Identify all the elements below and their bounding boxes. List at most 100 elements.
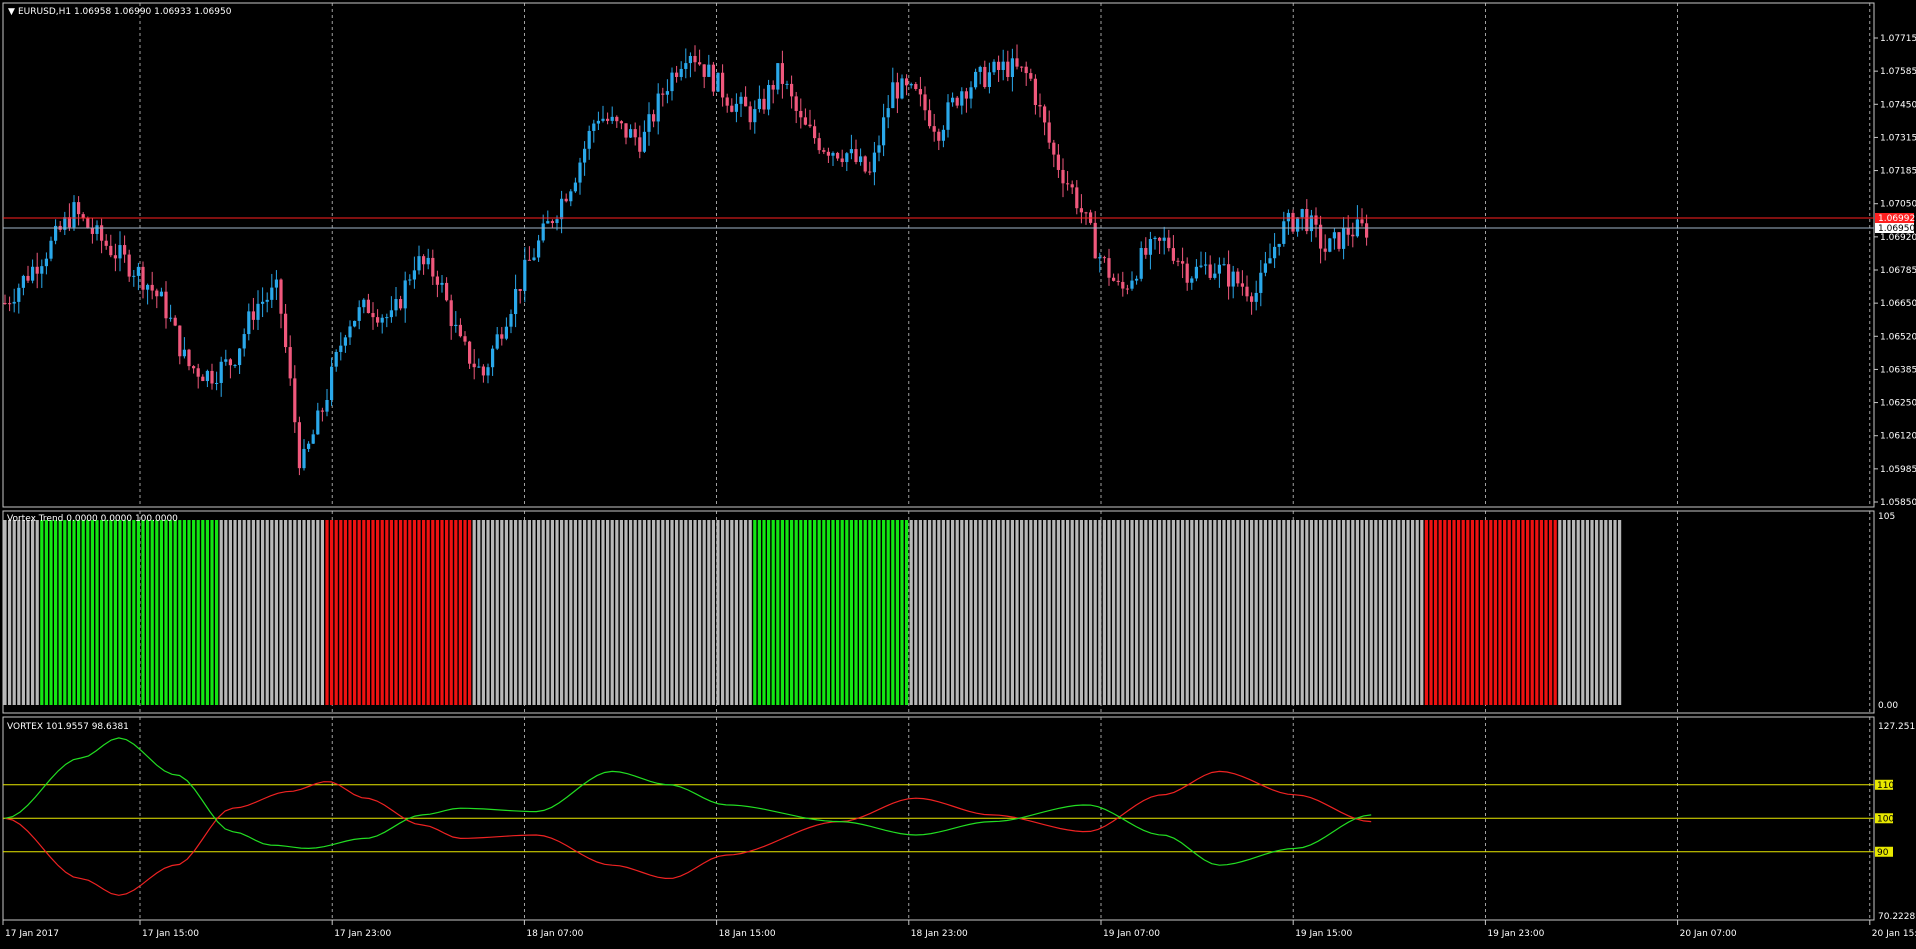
trend-bar-down <box>1507 520 1511 705</box>
trend-bar-flat <box>1236 520 1240 705</box>
trend-bar-up <box>109 520 113 705</box>
trend-bar-down <box>435 520 439 705</box>
bull-candle <box>132 275 136 277</box>
trend-bar-up <box>77 520 81 705</box>
trend-bar-flat <box>1204 520 1208 705</box>
trend-bar-down <box>1544 520 1548 705</box>
bear-candle <box>698 62 702 65</box>
bull-candle <box>311 434 315 444</box>
trend-bar-flat <box>734 520 738 705</box>
trend-bar-flat <box>1581 520 1585 705</box>
trend-bar-down <box>334 520 338 705</box>
bear-candle <box>836 152 840 159</box>
bear-candle <box>376 317 380 323</box>
trend-bar-flat <box>481 520 485 705</box>
trend-bar-flat <box>279 520 283 705</box>
trend-bar-flat <box>1227 520 1231 705</box>
trend-bar-flat <box>960 520 964 705</box>
bull-candle <box>31 266 35 281</box>
bear-candle <box>422 256 426 265</box>
bull-candle <box>261 301 265 304</box>
trend-bar-flat <box>1116 520 1120 705</box>
bull-candle <box>385 317 389 319</box>
trend-bar-flat <box>928 520 932 705</box>
bull-candle <box>146 284 150 290</box>
bull-candle <box>1148 239 1152 255</box>
bear-candle <box>81 214 85 218</box>
bull-candle <box>1213 273 1217 278</box>
vortex-indicator-label: VORTEX 101.9557 98.6381 <box>7 722 129 732</box>
bear-candle <box>606 118 610 121</box>
trend-bar-up <box>854 520 858 705</box>
bull-candle <box>334 351 338 367</box>
trend-bar-up <box>118 520 122 705</box>
trend-bar-flat <box>1259 520 1263 705</box>
bear-candle <box>624 123 628 138</box>
trend-bar-up <box>822 520 826 705</box>
trend-bar-flat <box>702 520 706 705</box>
trend-bar-flat <box>233 520 237 705</box>
trend-bar-flat <box>560 520 564 705</box>
bull-candle <box>679 68 683 77</box>
bear-candle <box>113 255 117 259</box>
bull-candle <box>454 324 458 327</box>
trend-bar-flat <box>247 520 251 705</box>
trend-bar-up <box>882 520 886 705</box>
trend-bar-down <box>454 520 458 705</box>
price-chart-canvas[interactable]: 1.07715 1.07585 1.07450 1.07315 1.07185 1.070… <box>0 0 1916 945</box>
bull-candle <box>665 91 669 95</box>
bull-candle <box>707 64 711 77</box>
bull-candle <box>560 198 564 220</box>
trend-bar-down <box>458 520 462 705</box>
chart-dropdown-arrow-icon[interactable]: ▼ <box>8 7 15 17</box>
candlestick-series <box>3 44 1369 476</box>
trend-bar-flat <box>316 520 320 705</box>
trend-bar-up <box>762 520 766 705</box>
bear-candle <box>127 254 131 277</box>
trend-bar-flat <box>297 520 301 705</box>
trend-bar-flat <box>1254 520 1258 705</box>
trend-bar-flat <box>1401 520 1405 705</box>
trend-bar-flat <box>1176 520 1180 705</box>
trend-bar-flat <box>601 520 605 705</box>
bull-candle <box>845 153 849 163</box>
bear-candle <box>1158 237 1162 241</box>
bull-candle <box>573 182 577 192</box>
trend-bar-flat <box>307 520 311 705</box>
trend-bar-flat <box>716 520 720 705</box>
bear-candle <box>564 198 568 202</box>
trend-bar-up <box>886 520 890 705</box>
trend-bar-flat <box>1328 520 1332 705</box>
trend-bar-down <box>343 520 347 705</box>
vertical-grid <box>139 3 1871 920</box>
trend-bar-flat <box>1420 520 1424 705</box>
time-tick-label: 19 Jan 15:00 <box>1295 929 1352 939</box>
trend-bar-down <box>399 520 403 705</box>
bear-candle <box>550 221 554 224</box>
bear-candle <box>661 93 665 95</box>
trend-bar-down <box>394 520 398 705</box>
bull-candle <box>767 85 771 110</box>
bull-candle <box>941 129 945 141</box>
bull-candle <box>785 83 789 85</box>
trend-bar-up <box>201 520 205 705</box>
trend-bar-flat <box>238 520 242 705</box>
trend-bar-flat <box>1024 520 1028 705</box>
price-tick-label: 1.07315 <box>1880 133 1916 143</box>
trend-bar-up <box>790 520 794 705</box>
chart-window[interactable]: 1.07715 1.07585 1.07450 1.07315 1.07185 1.070… <box>0 0 1916 945</box>
trend-bar-flat <box>1576 520 1580 705</box>
bull-candle <box>592 123 596 131</box>
trend-bar-flat <box>914 520 918 705</box>
bear-candle <box>279 279 283 314</box>
trend-bar-up <box>90 520 94 705</box>
trend-bar-flat <box>1411 520 1415 705</box>
bull-candle <box>514 288 518 315</box>
bear-candle <box>35 266 39 274</box>
trend-bar-flat <box>688 520 692 705</box>
trend-bar-flat <box>302 520 306 705</box>
bear-candle <box>1125 288 1129 290</box>
bull-candle <box>357 307 361 321</box>
bear-candle <box>288 347 292 379</box>
bull-candle <box>831 152 835 156</box>
